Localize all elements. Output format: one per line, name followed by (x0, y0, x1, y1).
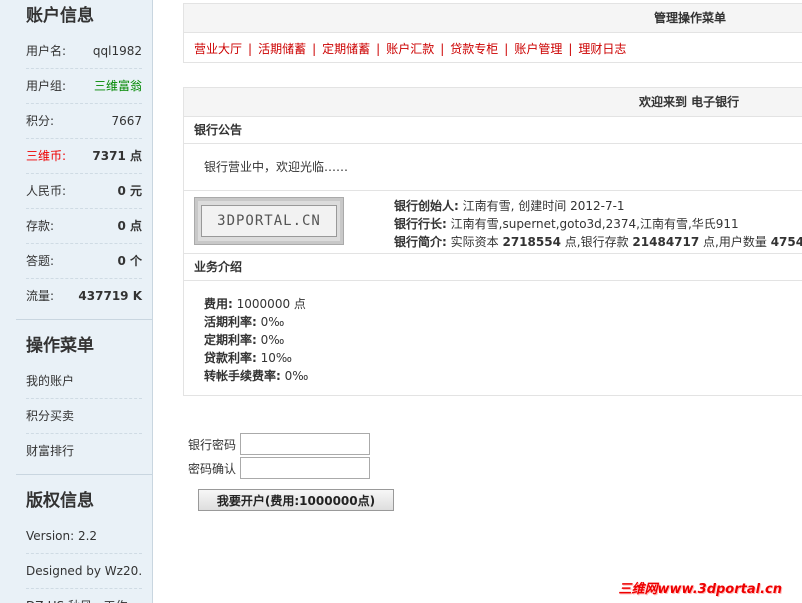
intro-row-current-rate: 活期利率: 0‰ (204, 315, 285, 329)
bank-welcome-header: 欢迎来到 电子银行 (184, 88, 802, 117)
nav-lobby[interactable]: 营业大厅 (194, 42, 242, 56)
confirm-label: 密码确认 (188, 461, 237, 476)
open-account-form: 银行密码 密码确认 (188, 432, 370, 480)
profile-line: 银行简介: 实际资本 2718554 点,银行存款 21484717 点,用户数… (394, 233, 802, 251)
copyright-title: 版权信息 (26, 491, 94, 511)
traffic-value: 437719 K (78, 289, 142, 303)
president-line: 银行行长: 江南有雪,supernet,goto3d,2374,江南有雪,华氏9… (394, 217, 739, 231)
account-row-username: 用户名: qql1982 (26, 34, 142, 68)
capital-value: 2718554 (502, 235, 561, 249)
founder-line: 银行创始人: 江南有雪, 创建时间 2012-7-1 (394, 199, 625, 213)
bank-details: 3DPORTAL.CN 银行创始人: 江南有雪, 创建时间 2012-7-1 银… (184, 191, 802, 254)
intro-title: 业务介绍 (184, 254, 802, 281)
bank-logo-text: 3DPORTAL.CN (201, 205, 337, 237)
password-row: 银行密码 (188, 432, 370, 456)
user-count-value: 4754 (770, 235, 802, 249)
nav-fixed-savings[interactable]: 定期储蓄 (322, 42, 370, 56)
deposit-value: 0 点 (117, 219, 142, 233)
bank-logo: 3DPORTAL.CN (194, 197, 344, 245)
site-watermark: 三维网www.3dportal.cn (618, 582, 782, 597)
intro-row-fee: 费用: 1000000 点 (204, 297, 306, 311)
bank-info-lines: 银行创始人: 江南有雪, 创建时间 2012-7-1 银行行长: 江南有雪,su… (394, 197, 802, 251)
open-account-button[interactable]: 我要开户(费用:1000000点) (198, 489, 394, 511)
nav-account-manage[interactable]: 账户管理 (514, 42, 562, 56)
account-row-deposit: 存款: 0 点 (26, 208, 142, 243)
intro-row-fixed-rate: 定期利率: 0‰ (204, 333, 285, 347)
account-row-points: 积分: 7667 (26, 103, 142, 138)
username-value: qql1982 (92, 44, 142, 58)
management-menu-title: 管理操作菜单 (654, 11, 727, 25)
management-menu-panel: 管理操作菜单 营业大厅 | 活期储蓄 | 定期储蓄 | 账户汇款 | 贷款专柜 | 账户管理 | 理财日… (183, 3, 802, 63)
bank-password-input[interactable] (240, 433, 370, 455)
account-row-traffic: 流量: 437719 K (26, 278, 142, 313)
bank-welcome-title: 欢迎来到 电子银行 (639, 95, 740, 109)
account-row-usergroup: 用户组: 三维富翁 (26, 68, 142, 103)
nav-current-savings[interactable]: 活期储蓄 (258, 42, 306, 56)
usergroup-value: 三维富翁 (93, 79, 142, 93)
version-text: Version: 2.2 (26, 529, 98, 543)
password-label: 银行密码 (188, 437, 237, 452)
intro-row-transfer-fee: 转帐手续费率: 0‰ (204, 369, 309, 383)
menu-title: 操作菜单 (26, 336, 94, 356)
coins-value: 7371 点 (92, 149, 142, 163)
intro-row-loan-rate: 贷款利率: 10‰ (204, 351, 293, 365)
designer-text: Designed by Wz20… (26, 553, 142, 588)
business-intro: 费用: 1000000 点 活期利率: 0‰ 定期利率: 0‰ 贷款利率: 10… (184, 281, 802, 395)
nav-finance-log[interactable]: 理财日志 (578, 42, 626, 56)
notice-text: 银行营业中，欢迎光临…… (184, 144, 802, 191)
account-row-coins: 三维币: 7371 点 (26, 138, 142, 173)
bank-info-panel: 欢迎来到 电子银行 银行公告 银行营业中，欢迎光临…… 3DPORTAL.CN … (183, 87, 802, 396)
deposit-total-value: 21484717 (632, 235, 700, 249)
answers-value: 0 个 (117, 254, 142, 268)
password-confirm-input[interactable] (240, 457, 370, 479)
account-info-title: 账户信息 (26, 6, 94, 26)
rmb-value: 0 元 (117, 184, 142, 198)
nav-remittance[interactable]: 账户汇款 (386, 42, 434, 56)
sidebar-item-points-trade[interactable]: 积分买卖 (26, 398, 142, 433)
bank-nav: 营业大厅 | 活期储蓄 | 定期储蓄 | 账户汇款 | 贷款专柜 | 账户管理 | 理财日志 (194, 42, 627, 56)
nav-loans[interactable]: 贷款专柜 (450, 42, 498, 56)
confirm-row: 密码确认 (188, 456, 370, 480)
sidebar-item-wealth-ranking[interactable]: 财富排行 (26, 433, 142, 468)
account-row-rmb: 人民币: 0 元 (26, 173, 142, 208)
credit-text: DZ-HS 秋风 · 工作 (26, 588, 142, 603)
sidebar: 账户信息 用户名: qql1982 用户组: 三维富翁 积分: 7667 三维币… (0, 0, 153, 603)
notice-title: 银行公告 (184, 117, 802, 144)
points-value: 7667 (111, 114, 142, 128)
sidebar-item-my-account[interactable]: 我的账户 (26, 364, 142, 398)
management-menu-header: 管理操作菜单 (184, 4, 802, 33)
account-row-answers: 答题: 0 个 (26, 243, 142, 278)
